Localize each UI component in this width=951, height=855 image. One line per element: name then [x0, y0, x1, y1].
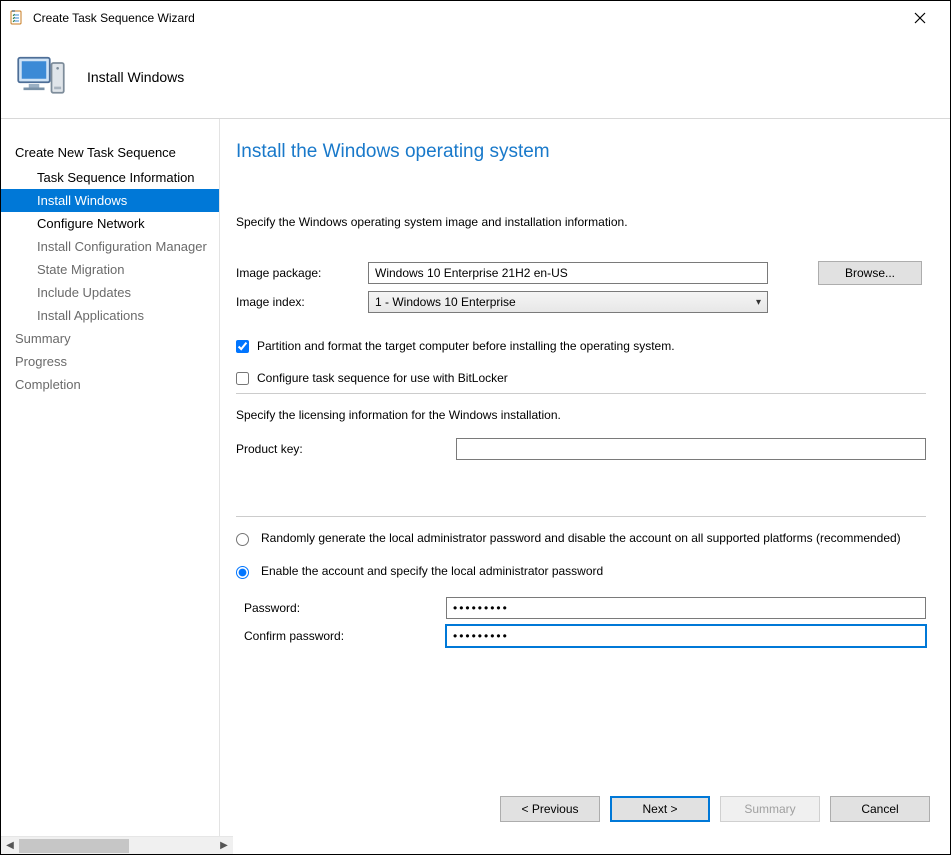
browse-button[interactable]: Browse... — [818, 261, 922, 285]
bitlocker-checkbox[interactable] — [236, 372, 249, 385]
product-key-label: Product key: — [236, 442, 456, 456]
button-bar: < Previous Next > Summary Cancel — [500, 796, 930, 822]
separator — [236, 516, 926, 517]
wizard-sidebar: Create New Task Sequence Task Sequence I… — [1, 119, 219, 836]
separator — [236, 393, 926, 394]
summary-button: Summary — [720, 796, 820, 822]
computer-icon — [13, 49, 69, 105]
step-title: Install Windows — [87, 69, 184, 85]
chevron-down-icon: ▾ — [756, 297, 761, 308]
sidebar-item-summary: Summary — [1, 327, 219, 350]
previous-button[interactable]: < Previous — [500, 796, 600, 822]
page-heading: Install the Windows operating system — [236, 141, 926, 163]
next-button[interactable]: Next > — [610, 796, 710, 822]
scroll-right-icon[interactable]: ▶ — [215, 837, 233, 854]
sidebar-item-completion: Completion — [1, 373, 219, 396]
cancel-button[interactable]: Cancel — [830, 796, 930, 822]
scroll-track[interactable] — [19, 837, 215, 854]
bitlocker-checkbox-label: Configure task sequence for use with Bit… — [257, 371, 508, 385]
image-index-label: Image index: — [236, 295, 368, 309]
sidebar-item-state-migration: State Migration — [1, 258, 219, 281]
titlebar: Create Task Sequence Wizard — [1, 1, 950, 35]
sidebar-item-task-sequence-information[interactable]: Task Sequence Information — [1, 166, 219, 189]
sidebar-item-configure-network[interactable]: Configure Network — [1, 212, 219, 235]
partition-checkbox[interactable] — [236, 340, 249, 353]
product-key-field[interactable] — [456, 438, 926, 460]
wizard-header: Install Windows — [1, 35, 950, 119]
scroll-left-icon[interactable]: ◀ — [1, 837, 19, 854]
app-icon — [9, 10, 25, 26]
image-package-label: Image package: — [236, 266, 368, 280]
sidebar-item-install-applications: Install Applications — [1, 304, 219, 327]
partition-checkbox-label: Partition and format the target computer… — [257, 339, 675, 353]
sidebar-scrollbar[interactable]: ◀ ▶ — [1, 836, 233, 854]
instruction-text: Specify the Windows operating system ima… — [236, 215, 926, 229]
enable-account-radio[interactable] — [236, 566, 249, 579]
sidebar-item-install-windows[interactable]: Install Windows — [1, 189, 219, 212]
sidebar-item-progress: Progress — [1, 350, 219, 373]
image-package-field[interactable] — [368, 262, 768, 284]
image-index-select[interactable]: 1 - Windows 10 Enterprise ▾ — [368, 291, 768, 313]
enable-account-label: Enable the account and specify the local… — [261, 564, 603, 578]
close-button[interactable] — [898, 4, 942, 32]
random-password-radio[interactable] — [236, 533, 249, 546]
sidebar-item-include-updates: Include Updates — [1, 281, 219, 304]
image-index-value: 1 - Windows 10 Enterprise — [375, 295, 516, 309]
window-title: Create Task Sequence Wizard — [33, 11, 898, 25]
sidebar-root[interactable]: Create New Task Sequence — [1, 141, 219, 164]
confirm-password-field[interactable] — [446, 625, 926, 647]
random-password-label: Randomly generate the local administrato… — [261, 531, 901, 545]
licensing-instruction: Specify the licensing information for th… — [236, 408, 926, 422]
confirm-password-label: Confirm password: — [236, 629, 446, 643]
wizard-main: Install the Windows operating system Spe… — [220, 119, 950, 836]
password-field[interactable] — [446, 597, 926, 619]
sidebar-item-install-configuration-manager: Install Configuration Manager — [1, 235, 219, 258]
password-label: Password: — [236, 601, 446, 615]
scroll-thumb[interactable] — [19, 839, 129, 853]
